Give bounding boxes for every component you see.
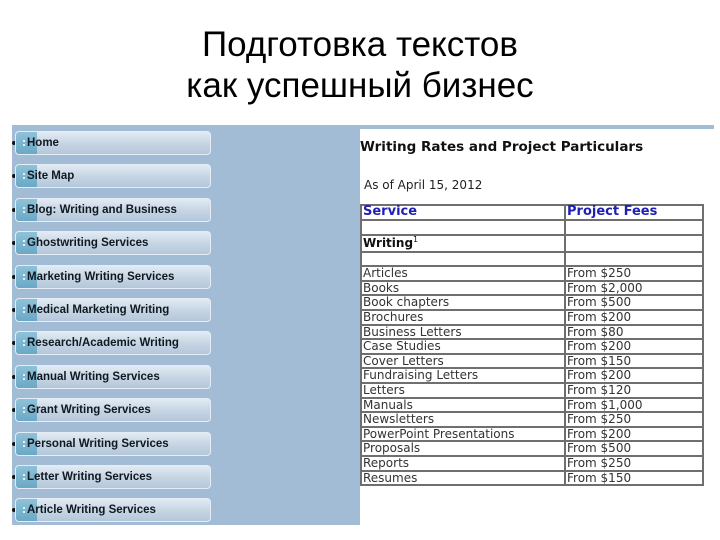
- sidebar-item-label[interactable]: Ghostwriting Services: [27, 232, 148, 254]
- table-header-row: Service Project Fees: [360, 204, 704, 221]
- service-cell: Fundraising Letters: [360, 367, 566, 384]
- rates-table: Service Project Fees Writing1 Articles Fr…: [360, 204, 704, 487]
- sidebar-button[interactable]: Personal Writing Services: [15, 431, 211, 456]
- table-spacer-row: [360, 219, 704, 236]
- slide-title: Подготовка текстов как успешный бизнес: [0, 24, 720, 106]
- sidebar-button[interactable]: Home: [15, 131, 211, 155]
- sidebar-item-label[interactable]: Article Writing Services: [27, 499, 156, 521]
- sidebar-item[interactable]: Research/Academic Writing: [12, 331, 224, 356]
- sidebar-item[interactable]: Personal Writing Services: [12, 431, 224, 456]
- table-row: Resumes From $150: [360, 469, 704, 487]
- fee-cell: From $200: [564, 338, 704, 355]
- table-row: Book chapters From $500: [360, 294, 704, 311]
- fee-cell: From $250: [564, 265, 704, 282]
- sidebar-item-label[interactable]: Grant Writing Services: [27, 399, 151, 421]
- sidebar-button[interactable]: Marketing Writing Services: [15, 264, 211, 289]
- table-row: Case Studies From $200: [360, 338, 704, 355]
- sidebar-item-label[interactable]: Site Map: [27, 165, 74, 187]
- table-row: Newsletters From $250: [360, 411, 704, 428]
- table-row: PowerPoint Presentations From $200: [360, 425, 704, 443]
- table-row: Books From $2,000: [360, 279, 704, 297]
- sidebar-item-label[interactable]: Manual Writing Services: [27, 366, 160, 388]
- sidebar-button[interactable]: Medical Marketing Writing: [15, 298, 211, 322]
- fee-cell: From $250: [564, 411, 704, 428]
- sidebar-item[interactable]: Medical Marketing Writing: [12, 298, 224, 322]
- sidebar-button[interactable]: Letter Writing Services: [15, 465, 211, 489]
- fee-cell: From $150: [564, 469, 704, 487]
- service-cell: Letters: [360, 381, 566, 399]
- table-row: Letters From $120: [360, 381, 704, 399]
- sidebar-item[interactable]: Site Map: [12, 164, 224, 189]
- sidebar-button[interactable]: Site Map: [15, 164, 211, 189]
- fee-cell: From $500: [564, 440, 704, 457]
- sidebar-item-label[interactable]: Medical Marketing Writing: [27, 299, 169, 321]
- service-cell: Newsletters: [360, 411, 566, 428]
- sidebar-item-label[interactable]: Marketing Writing Services: [27, 266, 174, 288]
- table-spacer-row: [360, 250, 704, 268]
- table-row: Business Letters From $80: [360, 323, 704, 341]
- slide-title-line-2: как успешный бизнес: [186, 66, 534, 105]
- table-section-row: Writing1: [360, 233, 704, 253]
- service-cell: Proposals: [360, 440, 566, 457]
- footnote-marker[interactable]: 1: [413, 235, 418, 244]
- table-row: Fundraising Letters From $200: [360, 367, 704, 384]
- service-cell: PowerPoint Presentations: [360, 425, 566, 443]
- table-row: Reports From $250: [360, 454, 704, 472]
- table-row: Cover Letters From $150: [360, 352, 704, 370]
- service-cell: Business Letters: [360, 323, 566, 341]
- sidebar-item[interactable]: Grant Writing Services: [12, 398, 224, 423]
- fee-cell: From $250: [564, 454, 704, 472]
- website-screenshot: Home Site Map Blog: Writing and Business Gh…: [12, 125, 714, 525]
- column-header-fees: Project Fees: [564, 204, 704, 221]
- sidebar-item[interactable]: Ghostwriting Services: [12, 231, 224, 256]
- content-top-bar: [360, 125, 714, 129]
- fee-cell: From $80: [564, 323, 704, 341]
- sidebar-item-label[interactable]: Blog: Writing and Business: [27, 199, 177, 221]
- service-cell: Articles: [360, 265, 566, 282]
- sidebar-button[interactable]: Manual Writing Services: [15, 364, 211, 389]
- fee-cell: From $200: [564, 367, 704, 384]
- sidebar-button[interactable]: Research/Academic Writing: [15, 331, 211, 356]
- service-cell: Case Studies: [360, 338, 566, 355]
- sidebar-button[interactable]: Article Writing Services: [15, 498, 211, 523]
- table-row: Manuals From $1,000: [360, 396, 704, 414]
- service-cell: Book chapters: [360, 294, 566, 311]
- fee-cell: From $500: [564, 294, 704, 311]
- column-header-service: Service: [360, 204, 566, 221]
- service-cell: Books: [360, 279, 566, 297]
- sidebar-button[interactable]: Ghostwriting Services: [15, 231, 211, 256]
- fee-cell: From $200: [564, 425, 704, 443]
- service-cell: Reports: [360, 454, 566, 472]
- sidebar-item[interactable]: Letter Writing Services: [12, 465, 224, 489]
- content-heading: Writing Rates and Project Particulars: [360, 139, 644, 155]
- fee-cell: From $2,000: [564, 279, 704, 297]
- sidebar-item-label[interactable]: Research/Academic Writing: [27, 332, 179, 354]
- section-label: Writing1: [360, 233, 566, 253]
- fee-cell: From $150: [564, 352, 704, 370]
- service-cell: Resumes: [360, 469, 566, 487]
- table-row: Articles From $250: [360, 265, 704, 282]
- slide-title-line-1: Подготовка текстов: [202, 25, 518, 64]
- sidebar-item-label[interactable]: Home: [27, 132, 59, 154]
- rates-content: Writing Rates and Project Particulars As…: [360, 125, 714, 525]
- sidebar-item[interactable]: Home: [12, 131, 224, 155]
- sidebar-item[interactable]: Blog: Writing and Business: [12, 197, 224, 222]
- service-cell: Brochures: [360, 308, 566, 326]
- fee-cell: From $120: [564, 381, 704, 399]
- service-cell: Cover Letters: [360, 352, 566, 370]
- sidebar-item[interactable]: Manual Writing Services: [12, 364, 224, 389]
- sidebar-button[interactable]: Blog: Writing and Business: [15, 197, 211, 222]
- table-row: Brochures From $200: [360, 308, 704, 326]
- table-row: Proposals From $500: [360, 440, 704, 457]
- service-cell: Manuals: [360, 396, 566, 414]
- fee-cell: From $200: [564, 308, 704, 326]
- sidebar-item-label[interactable]: Personal Writing Services: [27, 433, 169, 455]
- sidebar-item[interactable]: Article Writing Services: [12, 498, 224, 523]
- sidebar-item[interactable]: Marketing Writing Services: [12, 264, 224, 289]
- fee-cell: From $1,000: [564, 396, 704, 414]
- sidebar-item-label[interactable]: Letter Writing Services: [27, 466, 152, 488]
- sidebar-nav: Home Site Map Blog: Writing and Business Gh…: [12, 125, 360, 525]
- content-date: As of April 15, 2012: [364, 178, 483, 192]
- sidebar-button[interactable]: Grant Writing Services: [15, 398, 211, 423]
